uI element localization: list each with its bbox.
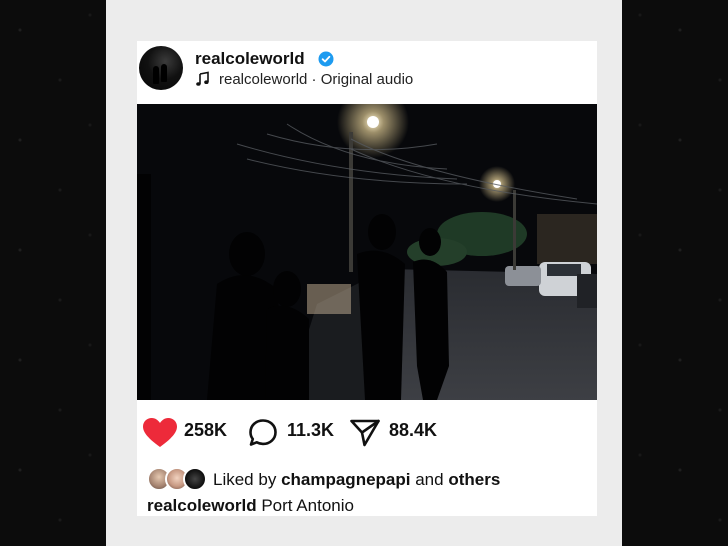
liked-by-connector: and [415, 470, 444, 489]
post-username[interactable]: realcoleworld [195, 49, 305, 69]
post-card: realcoleworld realcoleworld · Original a… [137, 41, 597, 516]
liked-by-others[interactable]: others [448, 470, 500, 489]
music-note-icon [196, 71, 209, 86]
liked-by-row[interactable]: Liked by champagnepapi and others [147, 467, 587, 493]
comment-count: 11.3K [287, 420, 335, 440]
audio-label[interactable]: realcoleworld · Original audio [219, 71, 413, 88]
share-icon[interactable] [349, 418, 381, 448]
action-bar: 258K 11.3K 88.4K [137, 411, 597, 457]
liked-by-prefix: Liked by [213, 470, 277, 489]
post-caption: realcoleworld Port Antonio [147, 496, 354, 516]
caption-text: Port Antonio [261, 496, 354, 515]
post-photo [137, 104, 597, 400]
share-count: 88.4K [389, 420, 438, 440]
comment-icon[interactable] [248, 418, 278, 448]
post-header: realcoleworld realcoleworld · Original a… [137, 41, 597, 103]
caption-username[interactable]: realcoleworld [147, 496, 257, 515]
verified-badge-icon [318, 51, 334, 67]
liked-by-text: Liked by champagnepapi and others [213, 470, 500, 490]
liker-avatar [183, 467, 207, 491]
post-media[interactable] [137, 104, 597, 400]
liked-by-user[interactable]: champagnepapi [281, 470, 410, 489]
heart-icon[interactable] [143, 418, 177, 448]
profile-avatar[interactable] [139, 46, 183, 90]
like-count: 258K [184, 420, 228, 440]
